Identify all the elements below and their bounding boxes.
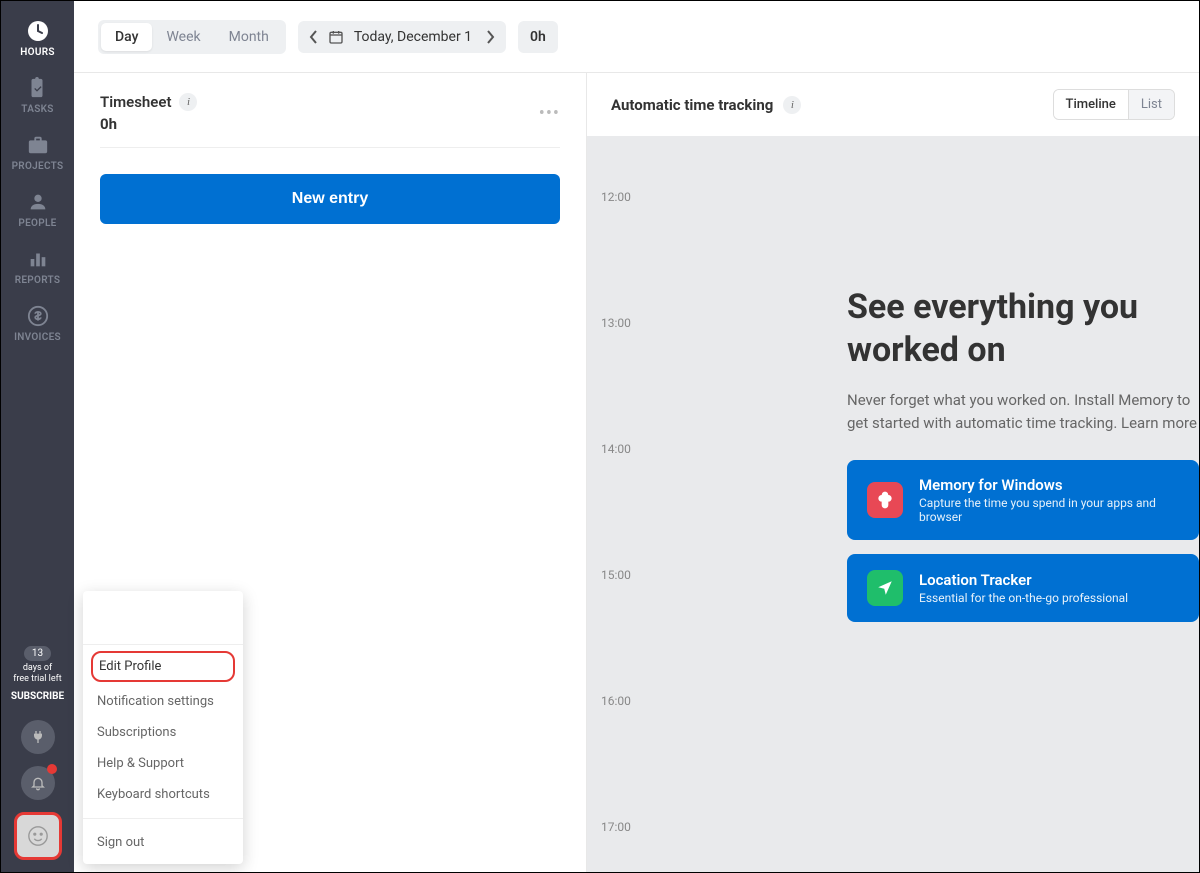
clipboard-icon: [25, 76, 49, 100]
sidebar-item-invoices[interactable]: INVOICES: [14, 304, 61, 343]
promo-subtext: Never forget what you worked on. Install…: [847, 389, 1199, 434]
menu-edit-profile[interactable]: Edit Profile: [91, 651, 235, 682]
trial-days: 13: [24, 646, 51, 661]
menu-divider: [83, 818, 243, 819]
clock-icon: [26, 19, 50, 43]
trial-badge[interactable]: 13 days of free trial left: [8, 641, 68, 685]
menu-help-support[interactable]: Help & Support: [83, 748, 243, 779]
menu-subscriptions[interactable]: Subscriptions: [83, 717, 243, 748]
tracking-header: Automatic time tracking i Timeline List: [587, 73, 1199, 136]
view-week[interactable]: Week: [152, 23, 214, 51]
view-month[interactable]: Month: [215, 23, 283, 51]
info-icon[interactable]: i: [783, 96, 801, 114]
location-icon: [867, 570, 903, 606]
date-nav: Today, December 1: [298, 21, 506, 53]
time-label: 14:00: [601, 442, 631, 456]
sidebar-item-projects[interactable]: PROJECTS: [12, 133, 64, 172]
sidebar: HOURS TASKS PROJECTS PEOPLE REPORTS INVO…: [1, 1, 74, 872]
menu-keyboard-shortcuts[interactable]: Keyboard shortcuts: [83, 779, 243, 810]
person-icon: [26, 190, 50, 214]
chevron-right-icon: [485, 30, 495, 44]
plug-button[interactable]: [21, 720, 55, 754]
time-label: 16:00: [601, 694, 631, 708]
download-title: Location Tracker: [919, 571, 1128, 589]
trial-text1: days of: [8, 663, 68, 674]
download-title: Memory for Windows: [919, 476, 1179, 494]
time-label: 17:00: [601, 820, 631, 834]
timesheet-hours: 0h: [100, 115, 197, 133]
prev-day-button[interactable]: [304, 25, 324, 49]
date-label[interactable]: Today, December 1: [348, 29, 478, 45]
calendar-button[interactable]: [326, 29, 346, 45]
profile-button[interactable]: [14, 812, 62, 860]
new-entry-button[interactable]: New entry: [100, 174, 560, 224]
briefcase-icon: [26, 133, 50, 157]
promo-card: See everything you worked on Never forge…: [847, 286, 1199, 636]
download-sub: Capture the time you spend in your apps …: [919, 496, 1179, 524]
download-memory-card[interactable]: Memory for Windows Capture the time you …: [847, 460, 1199, 540]
timesheet-title: Timesheet: [100, 93, 171, 111]
view-list[interactable]: List: [1129, 90, 1174, 119]
sidebar-label: HOURS: [20, 47, 55, 58]
profile-menu: Edit Profile Notification settings Subsc…: [83, 591, 243, 864]
download-sub: Essential for the on-the-go professional: [919, 591, 1128, 605]
tracking-panel: Automatic time tracking i Timeline List …: [587, 73, 1199, 872]
view-day[interactable]: Day: [101, 23, 152, 51]
avatar-icon: [19, 817, 57, 855]
toolbar: Day Week Month Today, December 1 0h: [74, 1, 1199, 73]
tracking-title: Automatic time tracking: [611, 96, 773, 114]
sidebar-label: INVOICES: [14, 332, 61, 343]
sidebar-item-hours[interactable]: HOURS: [20, 19, 55, 58]
view-timeline[interactable]: Timeline: [1054, 90, 1129, 119]
more-menu-button[interactable]: •••: [539, 103, 560, 124]
sidebar-label: PROJECTS: [12, 161, 64, 172]
bell-icon: [30, 775, 46, 791]
memory-icon: [867, 482, 903, 518]
timeline: 12:00 13:00 14:00 15:00 16:00 17:00 See …: [587, 136, 1199, 872]
promo-heading: See everything you worked on: [847, 286, 1199, 371]
total-hours-badge: 0h: [518, 21, 558, 53]
menu-sign-out[interactable]: Sign out: [83, 827, 243, 864]
tracking-view-switch: Timeline List: [1053, 89, 1175, 120]
sidebar-label: REPORTS: [15, 275, 61, 286]
time-label: 13:00: [601, 316, 631, 330]
bar-chart-icon: [26, 247, 50, 271]
chevron-left-icon: [309, 30, 319, 44]
sidebar-label: PEOPLE: [18, 218, 56, 229]
plug-icon: [30, 729, 46, 745]
notification-dot: [47, 764, 57, 774]
time-label: 12:00: [601, 190, 631, 204]
menu-notification-settings[interactable]: Notification settings: [83, 686, 243, 717]
sidebar-item-people[interactable]: PEOPLE: [18, 190, 56, 229]
subscribe-link[interactable]: SUBSCRIBE: [11, 691, 64, 702]
dollar-icon: [26, 304, 50, 328]
trial-text2: free trial left: [8, 674, 68, 685]
time-label: 15:00: [601, 568, 631, 582]
sidebar-label: TASKS: [21, 104, 53, 115]
sidebar-item-reports[interactable]: REPORTS: [15, 247, 61, 286]
sidebar-bottom: 13 days of free trial left SUBSCRIBE: [8, 641, 68, 872]
profile-menu-header: [83, 605, 243, 645]
timesheet-header: Timesheet i 0h •••: [100, 93, 560, 148]
info-icon[interactable]: i: [179, 93, 197, 111]
view-switch: Day Week Month: [98, 20, 286, 54]
next-day-button[interactable]: [480, 25, 500, 49]
download-location-card[interactable]: Location Tracker Essential for the on-th…: [847, 554, 1199, 622]
calendar-icon: [328, 29, 344, 45]
sidebar-item-tasks[interactable]: TASKS: [21, 76, 53, 115]
notifications-button[interactable]: [21, 766, 55, 800]
